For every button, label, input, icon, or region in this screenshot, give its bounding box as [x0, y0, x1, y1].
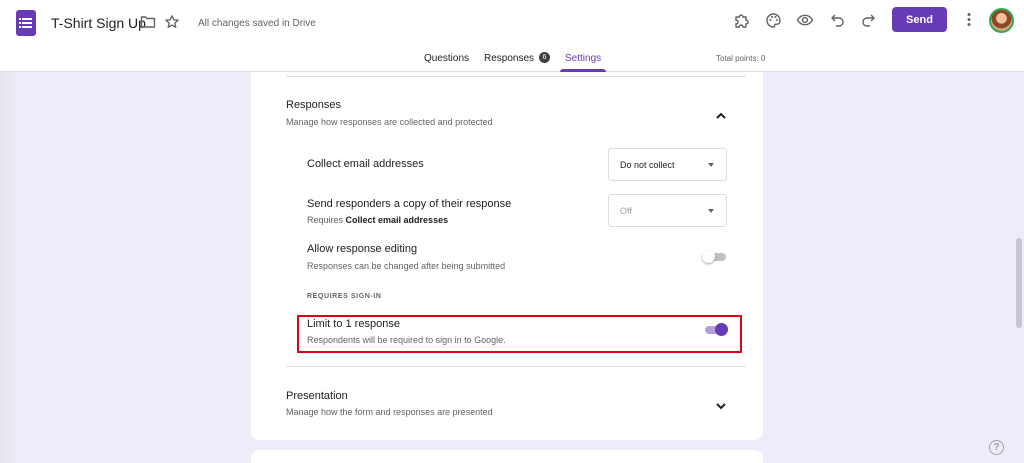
- google-forms-icon[interactable]: [16, 10, 36, 36]
- next-settings-card: [251, 450, 763, 463]
- tab-questions[interactable]: Questions: [424, 53, 469, 64]
- eye-icon[interactable]: [796, 12, 814, 28]
- send-button[interactable]: Send: [892, 7, 947, 32]
- tab-settings[interactable]: Settings: [565, 53, 601, 64]
- form-title[interactable]: T-Shirt Sign Up: [51, 15, 146, 31]
- app-header: T-Shirt Sign Up All changes saved in Dri…: [0, 0, 1024, 72]
- send-copy-dropdown[interactable]: Off: [608, 194, 727, 227]
- send-copy-requirement: Requires Collect email addresses: [307, 215, 448, 225]
- more-vert-icon[interactable]: [962, 11, 976, 28]
- undo-icon[interactable]: [830, 12, 845, 27]
- chevron-down-icon[interactable]: [715, 398, 727, 416]
- redo-icon[interactable]: [861, 12, 876, 27]
- collect-email-label: Collect email addresses: [307, 158, 424, 170]
- caret-down-icon: [708, 163, 714, 167]
- collect-email-value: Do not collect: [620, 160, 675, 170]
- puzzle-piece-icon[interactable]: [733, 12, 750, 29]
- palette-icon[interactable]: [765, 12, 782, 29]
- requirement-prefix: Requires: [307, 215, 346, 225]
- allow-editing-toggle[interactable]: [702, 250, 726, 264]
- highlight-box: [297, 315, 742, 353]
- total-points: Total points: 0: [716, 54, 766, 63]
- responses-section-title[interactable]: Responses: [286, 99, 341, 111]
- presentation-section-description: Manage how the form and responses are pr…: [286, 407, 493, 417]
- requires-signin-heading: REQUIRES SIGN-IN: [307, 293, 382, 300]
- folder-icon[interactable]: [140, 15, 156, 29]
- account-avatar[interactable]: [989, 8, 1014, 33]
- section-divider: [286, 366, 746, 367]
- caret-down-icon: [708, 209, 714, 213]
- allow-editing-description: Responses can be changed after being sub…: [307, 261, 506, 271]
- save-status: All changes saved in Drive: [198, 18, 316, 29]
- page-shadow: [0, 72, 20, 463]
- help-icon[interactable]: ?: [989, 440, 1004, 455]
- chevron-up-icon[interactable]: [715, 108, 727, 126]
- collect-email-dropdown[interactable]: Do not collect: [608, 148, 727, 181]
- star-icon[interactable]: [164, 14, 180, 30]
- send-copy-value: Off: [620, 206, 632, 216]
- requirement-setting: Collect email addresses: [345, 215, 449, 225]
- settings-card: [251, 72, 763, 440]
- section-divider: [286, 76, 746, 77]
- responses-section-description: Manage how responses are collected and p…: [286, 117, 493, 127]
- responses-count-badge: 6: [539, 52, 550, 63]
- form-tabs: Questions Responses Settings: [0, 50, 1024, 72]
- presentation-section-title[interactable]: Presentation: [286, 390, 348, 402]
- toggle-thumb: [702, 250, 715, 263]
- scrollbar-thumb[interactable]: [1016, 238, 1022, 328]
- tab-responses[interactable]: Responses: [484, 53, 534, 64]
- allow-editing-label: Allow response editing: [307, 243, 418, 255]
- send-copy-label: Send responders a copy of their response: [307, 198, 512, 210]
